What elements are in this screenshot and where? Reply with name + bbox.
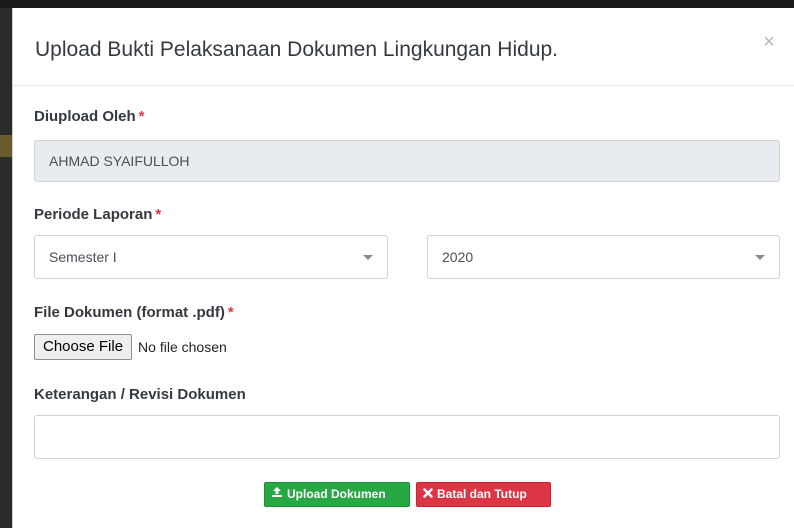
chevron-down-icon: [755, 255, 765, 260]
upload-document-button[interactable]: Upload Dokumen: [264, 482, 410, 507]
notes-label: Keterangan / Revisi Dokumen: [34, 386, 246, 403]
upload-document-label: Upload Dokumen: [287, 487, 386, 501]
times-icon: [423, 482, 433, 507]
period-label: Periode Laporan *: [34, 206, 162, 223]
chevron-down-icon: [363, 255, 373, 260]
year-select[interactable]: 2020: [427, 235, 780, 279]
choose-file-button[interactable]: Choose File: [34, 334, 133, 360]
semester-select[interactable]: Semester I: [34, 235, 388, 279]
cancel-close-button[interactable]: Batal dan Tutup: [416, 482, 551, 507]
cancel-close-label: Batal dan Tutup: [437, 487, 527, 501]
file-status: No file chosen: [138, 339, 227, 355]
close-icon[interactable]: ×: [759, 32, 779, 52]
file-label: File Dokumen (format .pdf) *: [34, 304, 234, 321]
year-select-value: 2020: [442, 249, 474, 265]
page-backdrop-left: [0, 8, 12, 528]
uploaded-by-field: AHMAD SYAIFULLOH: [34, 140, 780, 182]
uploaded-by-label: Diupload Oleh *: [34, 108, 145, 125]
page-backdrop-accent: [0, 135, 12, 157]
upload-modal: Upload Bukti Pelaksanaan Dokumen Lingkun…: [12, 8, 794, 528]
upload-icon: [271, 482, 283, 507]
file-input: Choose File No file chosen: [34, 334, 227, 360]
notes-textarea[interactable]: [34, 415, 780, 459]
modal-title: Upload Bukti Pelaksanaan Dokumen Lingkun…: [35, 38, 559, 61]
required-mark: *: [138, 108, 145, 125]
page-backdrop-top: [0, 0, 794, 8]
modal-header: Upload Bukti Pelaksanaan Dokumen Lingkun…: [13, 8, 794, 86]
semester-select-value: Semester I: [49, 249, 117, 265]
required-mark: *: [155, 206, 162, 223]
required-mark: *: [227, 304, 234, 321]
